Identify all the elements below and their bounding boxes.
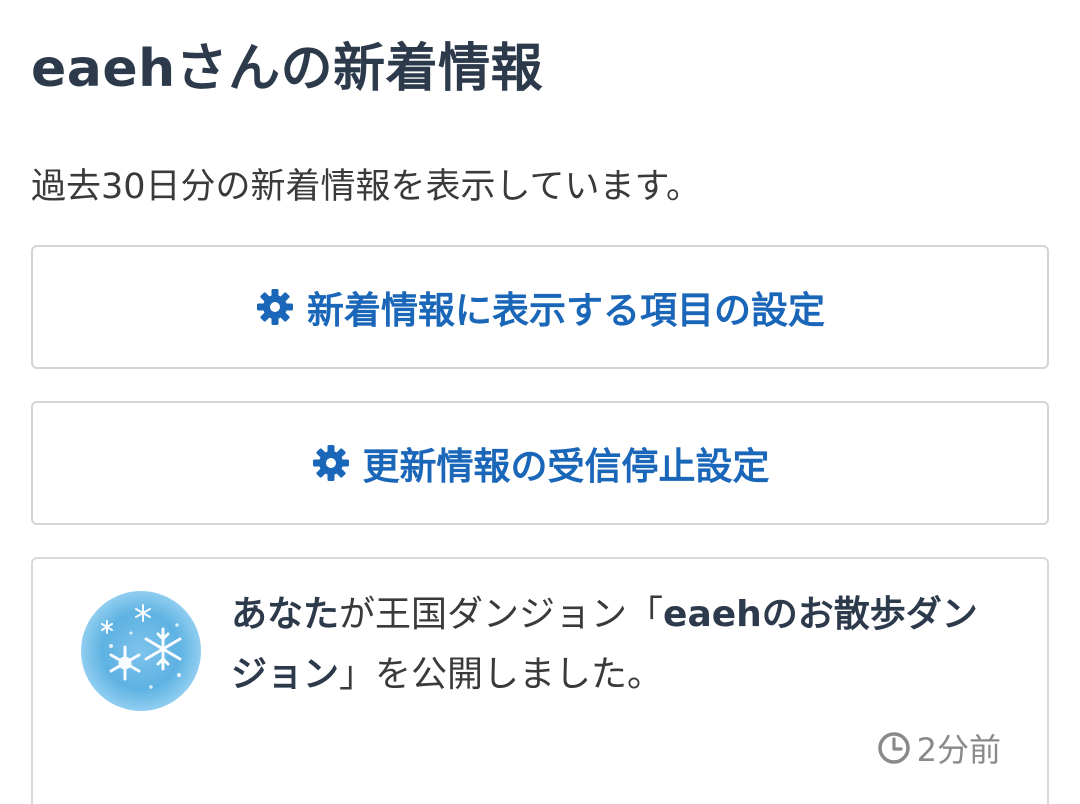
feed-item-time: 2分前 xyxy=(916,731,1001,769)
feed-item-text: あなたが王国ダンジョン「eaehのお散歩ダンジョン」を公開しました。 xyxy=(231,585,1011,705)
clock-icon xyxy=(877,732,910,764)
snowflake-avatar[interactable] xyxy=(81,591,201,711)
feed-item[interactable]: あなたが王国ダンジョン「eaehのお散歩ダンジョン」を公開しました。 2分前 xyxy=(31,557,1049,804)
feed-item-actor[interactable]: あなた xyxy=(231,594,339,635)
display-items-settings-label: 新着情報に表示する項目の設定 xyxy=(307,289,825,332)
feed-item-text-part2: 」を公開しました。 xyxy=(339,654,664,695)
snowflake-icon xyxy=(101,604,182,689)
feed-item-text-part1: が王国ダンジョン「 xyxy=(339,594,664,635)
unsubscribe-settings-button[interactable]: 更新情報の受信停止設定 xyxy=(31,401,1049,525)
feed-item-timestamp: 2分前 xyxy=(877,725,1001,771)
gear-icon xyxy=(312,445,349,481)
page-description: 過去30日分の新着情報を表示しています。 xyxy=(31,167,701,207)
page-title: eaehさんの新着情報 xyxy=(31,39,544,99)
news-page: eaehさんの新着情報 過去30日分の新着情報を表示しています。 新着情報に表示… xyxy=(0,0,1080,804)
display-items-settings-button[interactable]: 新着情報に表示する項目の設定 xyxy=(31,245,1049,369)
unsubscribe-settings-label: 更新情報の受信停止設定 xyxy=(362,445,770,488)
gear-icon xyxy=(257,289,293,325)
